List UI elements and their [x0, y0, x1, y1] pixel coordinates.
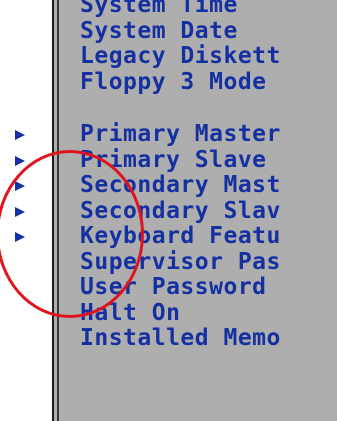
screenshot-frame: System Time System Date Legacy Diskett F…: [0, 0, 337, 421]
menu-spacer: [60, 95, 337, 122]
submenu-arrow-icon: [15, 130, 25, 140]
menu-item-label: System Time: [80, 0, 238, 18]
highlight-circle-annotation: [0, 150, 144, 318]
menu-item-primary-master[interactable]: Primary Master: [15, 121, 337, 148]
menu-item-label: Primary Master: [80, 121, 281, 147]
submenu-arrow-icon: [15, 155, 25, 166]
menu-item-floppy-3-mode[interactable]: Floppy 3 Mode: [60, 68, 337, 96]
menu-item-label: Floppy 3 Mode: [80, 68, 267, 95]
menu-item-label: System Date: [80, 17, 238, 44]
menu-item-label: Installed Memo: [80, 325, 281, 351]
menu-item-legacy-diskette[interactable]: Legacy Diskett: [60, 43, 337, 70]
menu-item-label: Legacy Diskett: [80, 43, 281, 69]
menu-item-installed-memory: Installed Memo: [60, 325, 337, 352]
menu-item-system-date[interactable]: System Date: [60, 17, 337, 45]
menu-item-system-time[interactable]: System Time: [60, 0, 337, 19]
